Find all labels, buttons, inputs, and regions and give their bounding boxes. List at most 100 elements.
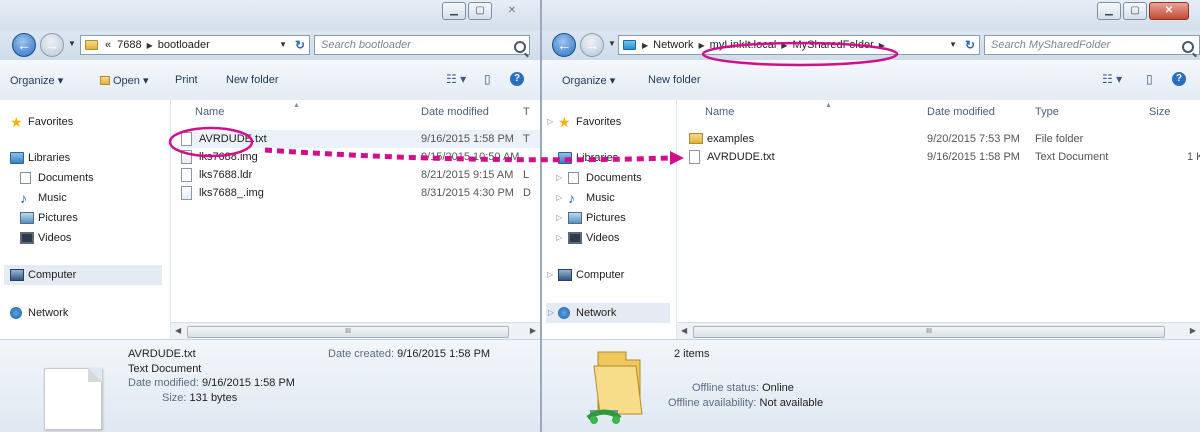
scroll-right-icon[interactable]: ▶ [530,326,536,335]
help-icon[interactable]: ? [1172,72,1186,86]
chevron-down-icon[interactable]: ▼ [279,40,287,49]
nav-label: Computer [576,269,625,281]
nav-documents[interactable]: ▷ Documents [542,168,676,188]
star-icon: ★ [558,114,571,130]
nav-videos[interactable]: ▷ Videos [542,228,676,248]
horizontal-scrollbar[interactable]: ◀ III ▶ [171,322,540,340]
nav-libraries[interactable]: Libraries [0,148,170,168]
nav-label: Network [28,307,69,319]
nav-label: Computer [28,269,77,281]
history-dropdown-icon[interactable]: ▼ [68,39,76,48]
chevron-right-icon[interactable]: ▶ [642,41,648,50]
maximize-button[interactable]: ▢ [468,2,492,20]
view-options-icon[interactable]: ☷ ▾ [1102,72,1122,86]
close-button[interactable]: ✕ [494,2,530,20]
expand-icon[interactable]: ▷ [556,208,562,228]
scroll-thumb[interactable]: III [187,326,509,338]
forward-button[interactable]: → [580,33,604,57]
file-row[interactable]: AVRDUDE.txt 9/16/2015 1:58 PM T [181,130,540,148]
file-row[interactable]: lks7688.ldr 8/21/2015 9:15 AM L [181,166,540,184]
file-row[interactable]: AVRDUDE.txt 9/16/2015 1:58 PM Text Docum… [689,148,1200,166]
nav-network[interactable]: ▷ Network [546,303,670,323]
nav-pictures[interactable]: ▷ Pictures [542,208,676,228]
open-button[interactable]: Open ▾ [100,74,149,87]
search-input[interactable]: Search bootloader [314,35,530,55]
nav-pictures[interactable]: Pictures [0,208,170,228]
refresh-icon[interactable]: ↻ [295,38,305,52]
column-header-type[interactable]: T [523,106,530,118]
chevron-right-icon[interactable]: ▶ [147,41,153,50]
maximize-button[interactable]: ▢ [1123,2,1147,20]
preview-pane-icon[interactable]: ▯ [1146,72,1153,86]
search-input[interactable]: Search MySharedFolder [984,35,1200,55]
expand-icon[interactable]: ▷ [548,303,554,323]
scroll-left-icon[interactable]: ◀ [175,326,181,335]
file-row[interactable]: examples 9/20/2015 7:53 PM File folder [689,130,1200,148]
back-button[interactable]: ← [552,33,576,57]
scroll-thumb[interactable]: III [693,326,1165,338]
expand-icon[interactable]: ▷ [556,168,562,188]
nav-computer[interactable]: Computer [4,265,162,285]
breadcrumb-7688[interactable]: 7688 [117,39,141,51]
chevron-down-icon[interactable]: ▼ [949,40,957,49]
chevron-right-icon[interactable]: ▶ [781,41,787,50]
preview-pane-icon[interactable]: ▯ [484,72,491,86]
column-header-size[interactable]: Size [1149,106,1170,118]
chevron-right-icon[interactable]: ▶ [699,41,705,50]
address-bar[interactable]: ▶ Network ▶ myLinkIt.local ▶ MySharedFol… [618,35,980,55]
breadcrumb-host[interactable]: myLinkIt.local [710,39,777,51]
computer-icon [10,269,24,281]
file-date: 9/15/2015 10:50 AM [421,151,520,163]
minimize-button[interactable]: ▁ [1097,2,1121,20]
nav-music[interactable]: ♪ Music [0,188,170,208]
scroll-left-icon[interactable]: ◀ [681,326,687,335]
nav-favorites[interactable]: ★ Favorites [0,112,170,132]
scroll-right-icon[interactable]: ▶ [1190,326,1196,335]
breadcrumb-shared-folder[interactable]: MySharedFolder [792,39,873,51]
close-button[interactable]: ✕ [1149,2,1189,20]
history-dropdown-icon[interactable]: ▼ [608,39,616,48]
back-button[interactable]: ← [12,33,36,57]
new-folder-button[interactable]: New folder [226,74,279,86]
nav-computer[interactable]: ▷ Computer [542,265,676,285]
minimize-button[interactable]: ▁ [442,2,466,20]
breadcrumb-bootloader[interactable]: bootloader [158,39,210,51]
nav-videos[interactable]: Videos [0,228,170,248]
print-button[interactable]: Print [175,74,198,86]
search-icon[interactable] [1182,41,1194,53]
chevron-right-icon[interactable]: ▶ [879,41,885,50]
horizontal-scrollbar[interactable]: ◀ III ▶ [677,322,1200,340]
nav-network[interactable]: Network [0,303,170,323]
expand-icon[interactable]: ▷ [556,228,562,248]
help-icon[interactable]: ? [510,72,524,86]
breadcrumb-network[interactable]: Network [653,39,693,51]
nav-label: Libraries [576,152,619,164]
nav-libraries[interactable]: Libraries [542,148,676,168]
file-row[interactable]: lks7688.img 9/15/2015 10:50 AM [181,148,540,166]
column-header-date[interactable]: Date modified [927,106,995,118]
file-name: lks7688.img [199,151,258,163]
refresh-icon[interactable]: ↻ [965,38,975,52]
forward-button[interactable]: → [40,33,64,57]
nav-favorites[interactable]: ▷ ★ Favorites [542,112,676,132]
new-folder-button[interactable]: New folder [648,74,701,86]
column-header-date[interactable]: Date modified [421,106,489,118]
file-row[interactable]: lks7688_.img 8/31/2015 4:30 PM D [181,184,540,202]
address-bar[interactable]: « 7688 ▶ bootloader ▼ ↻ [80,35,310,55]
date-modified-label: Date modified: [128,377,199,389]
search-icon[interactable] [514,41,526,53]
expand-icon[interactable]: ▷ [556,188,562,208]
nav-documents[interactable]: Documents [0,168,170,188]
expand-icon[interactable]: ▷ [547,112,553,132]
organize-button[interactable]: Organize ▾ [562,74,615,87]
title-bar: ▁ ▢ ✕ [0,0,540,30]
column-header-type[interactable]: Type [1035,106,1059,118]
column-header-name[interactable]: Name [705,106,734,118]
nav-music[interactable]: ▷ ♪ Music [542,188,676,208]
column-header-name[interactable]: Name [195,106,224,118]
expand-icon[interactable]: ▷ [547,265,553,285]
breadcrumb-overflow[interactable]: « [105,39,111,51]
view-options-icon[interactable]: ☷ ▾ [446,72,466,86]
text-file-icon [181,132,192,146]
organize-button[interactable]: Organize ▾ [10,74,63,87]
